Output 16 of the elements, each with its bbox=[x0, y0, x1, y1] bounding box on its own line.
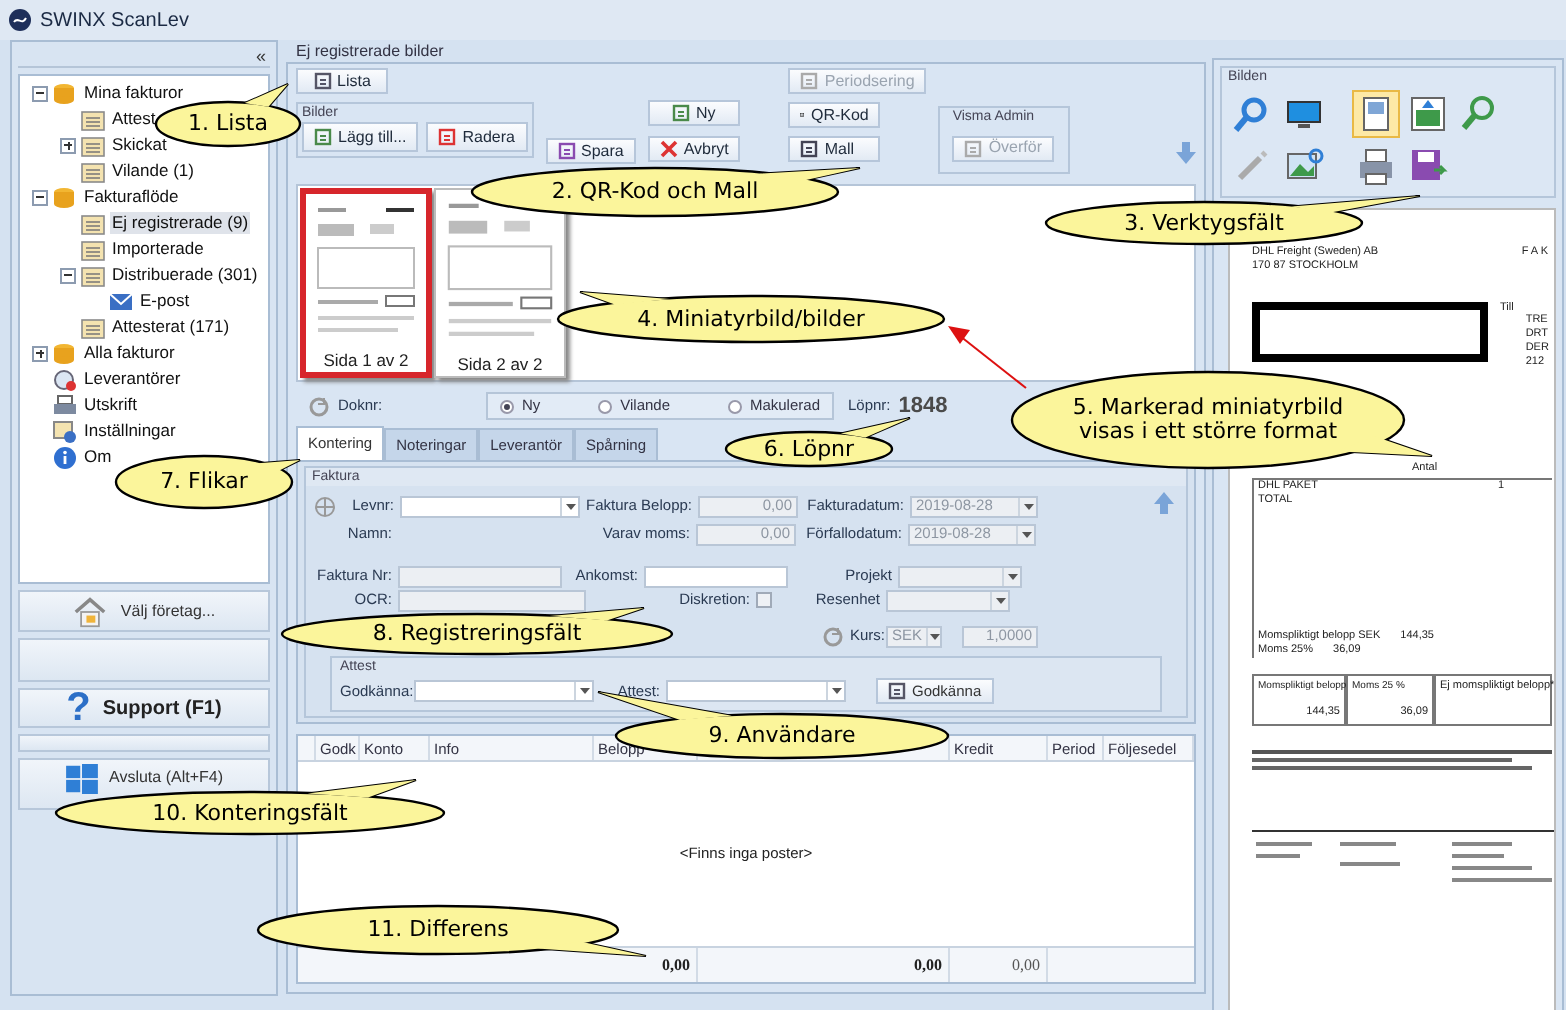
thumbnail-caption: Sida 2 av 2 bbox=[455, 354, 545, 376]
callout-tooltip: 11. Differens bbox=[254, 902, 648, 958]
callout-tooltip: 7. Flikar bbox=[112, 452, 302, 512]
serial-number: 1848 bbox=[898, 391, 948, 422]
callout-tooltip: 4. Miniatyrbild/bilder bbox=[554, 290, 948, 346]
total-amount: 0,00 bbox=[1012, 953, 1040, 977]
total-amount: 0,00 bbox=[662, 953, 690, 977]
callout-tooltip: 2. QR-Kod och Mall bbox=[468, 164, 862, 220]
panel-header: Ej registrerade bilder bbox=[294, 40, 446, 62]
window-title: SWINX ScanLev bbox=[40, 7, 189, 35]
callout-tooltip: 3. Verktygsfält bbox=[1042, 194, 1422, 248]
callout-tooltip: 6. Löpnr bbox=[722, 416, 912, 470]
question-icon: ? bbox=[66, 690, 91, 726]
callout-tooltip: 8. Registreringsfält bbox=[278, 606, 676, 658]
thumbnail-caption: Sida 1 av 2 bbox=[321, 350, 411, 372]
total-amount: 0,00 bbox=[914, 953, 942, 977]
